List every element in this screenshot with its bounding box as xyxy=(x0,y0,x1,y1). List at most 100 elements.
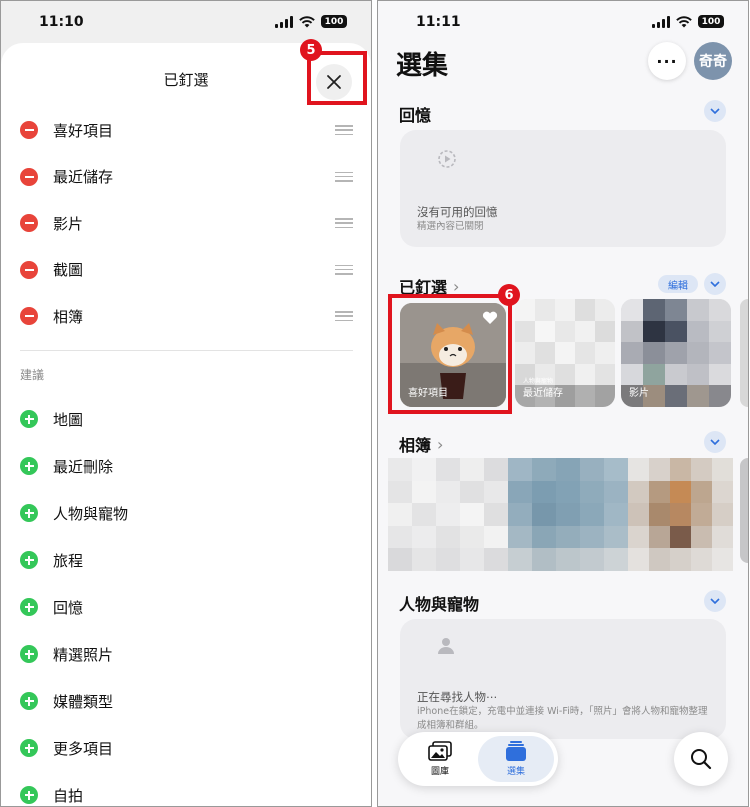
pinned-edit-sheet: 已釘選 5 喜好項目 最近儲存 影片 截圖 相簿 建議 地圖 最近刪除 人物與寵物 旅程 回憶精… xyxy=(1,39,371,806)
albums-header[interactable]: 相簿 › xyxy=(399,432,443,456)
reorder-handle-icon[interactable] xyxy=(335,311,353,321)
add-circle-icon[interactable] xyxy=(20,410,38,428)
chevron-down-icon xyxy=(710,598,720,604)
section-divider xyxy=(20,350,353,351)
tab-library[interactable]: 圖庫 xyxy=(402,736,478,782)
tab-label: 選集 xyxy=(506,767,525,777)
edit-button[interactable]: 編輯 xyxy=(658,275,698,293)
search-button[interactable] xyxy=(674,732,728,786)
pinned-tile-recently-saved[interactable]: 人物與寵物 最近儲存 xyxy=(515,299,615,407)
pinned-row[interactable]: 最近儲存 xyxy=(1,154,371,200)
reorder-handle-icon[interactable] xyxy=(335,218,353,228)
tile-label: 影片 xyxy=(629,388,649,399)
tab-collections[interactable]: 選集 xyxy=(478,736,554,782)
memories-card: 沒有可用的回憶 精選內容已關閉 xyxy=(400,130,726,247)
signal-icon xyxy=(275,15,293,28)
memories-empty-subtitle: 精選內容已關閉 xyxy=(417,221,484,232)
chevron-down-icon xyxy=(710,281,720,287)
suggestion-row[interactable]: 人物與寵物 xyxy=(1,490,371,536)
remove-circle-icon[interactable] xyxy=(20,307,38,325)
row-label: 相簿 xyxy=(53,307,84,326)
add-circle-icon[interactable] xyxy=(20,598,38,616)
battery-icon: 100 xyxy=(698,15,724,28)
battery-icon: 100 xyxy=(321,15,347,28)
row-label: 影片 xyxy=(53,214,84,233)
add-circle-icon[interactable] xyxy=(20,504,38,522)
pinned-row[interactable]: 喜好項目 xyxy=(1,107,371,153)
ellipsis-icon: ··· xyxy=(656,51,678,71)
step-badge: 5 xyxy=(300,39,322,61)
pinned-collapse-button[interactable] xyxy=(704,273,726,295)
row-label: 回憶 xyxy=(53,598,84,617)
memories-empty-title: 沒有可用的回憶 xyxy=(417,205,498,219)
album-thumbnail-2[interactable] xyxy=(508,458,628,571)
remove-circle-icon[interactable] xyxy=(20,167,38,186)
remove-circle-icon[interactable] xyxy=(20,214,38,232)
photo-library-icon xyxy=(428,741,452,761)
status-time: 11:11 xyxy=(416,14,461,30)
reorder-handle-icon[interactable] xyxy=(335,264,353,275)
add-circle-icon[interactable] xyxy=(20,457,38,475)
memories-title: 回憶 xyxy=(399,106,432,125)
suggestion-row[interactable]: 最近刪除 xyxy=(1,443,371,489)
people-card: 正在尋找人物⋯ iPhone在鎖定，充電中並連接 Wi-Fi時，「照片」會將人物… xyxy=(400,619,726,739)
status-time: 11:10 xyxy=(39,14,84,30)
suggestion-row[interactable]: 精選照片 xyxy=(1,631,371,677)
tab-label: 圖庫 xyxy=(430,767,449,777)
highlight-box-favorites xyxy=(388,294,512,414)
pinned-tile-videos[interactable]: 影片 xyxy=(621,299,731,407)
people-empty-title: 正在尋找人物⋯ xyxy=(417,690,498,704)
suggestion-row[interactable]: 更多項目 xyxy=(1,725,371,771)
person-icon xyxy=(438,638,454,654)
collections-icon xyxy=(506,741,526,761)
pinned-row[interactable]: 影片 xyxy=(1,200,371,246)
memories-icon xyxy=(438,150,456,168)
suggestion-row[interactable]: 媒體類型 xyxy=(1,678,371,724)
row-label: 地圖 xyxy=(53,410,84,429)
remove-circle-icon[interactable] xyxy=(20,260,38,279)
people-collapse-button[interactable] xyxy=(704,590,726,612)
wifi-icon xyxy=(299,15,315,27)
status-icons: 100 xyxy=(275,15,347,28)
pinned-row[interactable]: 截圖 xyxy=(1,247,371,293)
status-bar: 11:11 100 xyxy=(378,1,748,43)
row-label: 旅程 xyxy=(53,551,84,570)
suggestion-row[interactable]: 回憶 xyxy=(1,584,371,630)
suggestion-row[interactable]: 地圖 xyxy=(1,396,371,442)
wifi-icon xyxy=(676,15,692,27)
chevron-right-icon: › xyxy=(437,434,444,454)
add-circle-icon[interactable] xyxy=(20,551,38,569)
people-title: 人物與寵物 xyxy=(399,595,480,614)
albums-collapse-button[interactable] xyxy=(704,431,726,453)
row-label: 精選照片 xyxy=(53,645,114,664)
album-thumbnail-3[interactable] xyxy=(628,458,733,571)
memories-header[interactable]: 回憶 xyxy=(399,102,431,126)
people-empty-subtitle: iPhone在鎖定，充電中並連接 Wi-Fi時，「照片」會將人物和寵物整理成相簿… xyxy=(417,706,708,731)
suggestion-row[interactable]: 自拍 xyxy=(1,772,371,806)
reorder-handle-icon[interactable] xyxy=(335,171,353,182)
more-button[interactable]: ··· xyxy=(648,42,686,80)
suggestion-row[interactable]: 旅程 xyxy=(1,537,371,583)
remove-circle-icon[interactable] xyxy=(20,121,38,139)
page-title: 選集 xyxy=(396,51,449,81)
search-icon xyxy=(691,749,712,770)
avatar[interactable]: 奇奇 xyxy=(694,42,732,80)
row-label: 截圖 xyxy=(53,261,84,279)
add-circle-icon[interactable] xyxy=(20,739,38,757)
tab-bar: 圖庫 選集 xyxy=(398,732,558,786)
memories-collapse-button[interactable] xyxy=(704,100,726,122)
add-circle-icon[interactable] xyxy=(20,645,38,663)
status-icons: 100 xyxy=(652,15,724,28)
add-circle-icon[interactable] xyxy=(20,786,38,804)
signal-icon xyxy=(652,15,670,28)
people-header[interactable]: 人物與寵物 xyxy=(399,591,479,615)
suggestions-heading: 建議 xyxy=(20,368,45,382)
reorder-handle-icon[interactable] xyxy=(335,125,353,135)
chevron-right-icon: › xyxy=(453,276,460,296)
pinned-row[interactable]: 相簿 xyxy=(1,293,371,339)
status-bar: 11:10 100 xyxy=(1,1,371,43)
add-circle-icon[interactable] xyxy=(20,692,38,710)
row-label: 媒體類型 xyxy=(53,692,114,711)
album-thumbnail-1[interactable] xyxy=(388,458,508,571)
row-label: 喜好項目 xyxy=(53,121,114,140)
